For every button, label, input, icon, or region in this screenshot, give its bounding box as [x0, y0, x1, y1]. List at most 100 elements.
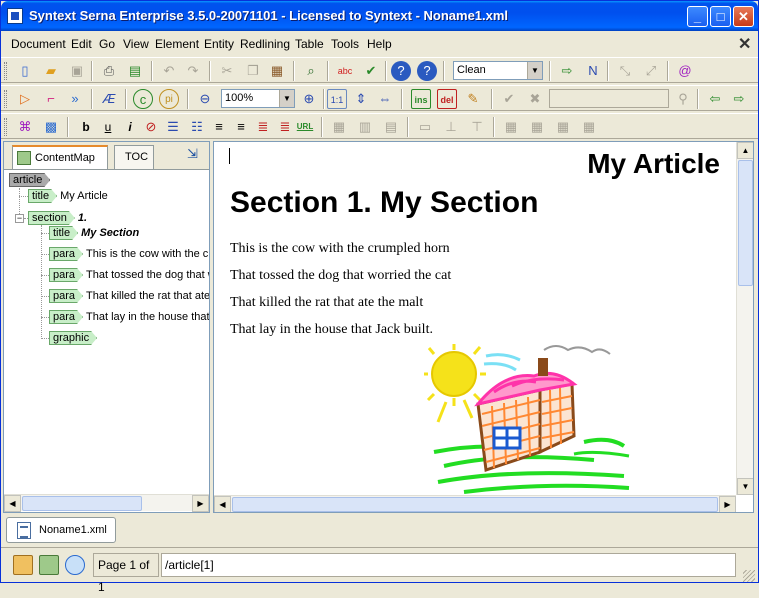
tree-node-title[interactable]: title My Article — [28, 189, 108, 204]
url-link-icon[interactable]: URL — [295, 117, 315, 137]
horizontal-scrollbar[interactable]: ◀ ▶ — [214, 495, 736, 512]
scroll-up-icon[interactable]: ▲ — [737, 142, 753, 159]
insert-table-icon[interactable]: ▦ — [329, 117, 349, 137]
print-preview-icon[interactable]: ▤ — [125, 61, 145, 81]
scroll-left-icon[interactable]: ◀ — [4, 495, 21, 512]
merge-cells-icon[interactable]: ▦ — [501, 117, 521, 137]
tree-node-para[interactable]: paraThat tossed the dog that worried the… — [49, 268, 209, 283]
menu-edit[interactable]: Edit — [71, 37, 92, 51]
flag-icon[interactable]: ⌐ — [41, 89, 61, 109]
menu-tools[interactable]: Tools — [331, 37, 359, 51]
scrollbar-thumb[interactable] — [22, 496, 142, 511]
scroll-right-icon[interactable]: ▶ — [192, 495, 209, 512]
insert-column-icon[interactable]: ▥ — [355, 117, 375, 137]
maximize-button[interactable]: □ — [710, 6, 731, 27]
tab-noname1[interactable]: Noname1.xml — [6, 517, 116, 543]
insert-mark-icon[interactable]: ins — [411, 89, 431, 109]
insert-symbol-icon[interactable]: ⌘ — [15, 117, 35, 137]
print-icon[interactable]: ⎙ — [99, 61, 119, 81]
scroll-right-icon[interactable]: ▶ — [719, 496, 736, 512]
redo-icon[interactable]: ↷ — [183, 61, 203, 81]
zoom-combo[interactable]: 100% ▼ — [221, 89, 295, 108]
context-help-icon[interactable]: ? — [417, 61, 437, 81]
scrollbar-thumb[interactable] — [232, 497, 718, 512]
ae-entity-icon[interactable]: Æ — [99, 89, 119, 109]
chevron-down-icon[interactable]: ▼ — [527, 62, 542, 79]
open-folder-icon[interactable]: ▰ — [41, 61, 61, 81]
menu-entity[interactable]: Entity — [204, 37, 234, 51]
toolbar-grip[interactable] — [4, 90, 7, 108]
vertical-scrollbar[interactable]: ▲ ▼ — [736, 142, 753, 495]
close-document-icon[interactable]: ✕ — [738, 34, 751, 54]
rename-element-icon[interactable]: N — [583, 61, 603, 81]
scrollbar-thumb[interactable] — [738, 160, 753, 286]
underline-button[interactable]: u — [99, 117, 117, 137]
collapse-toggle[interactable]: − — [15, 214, 24, 223]
zoom-out-icon[interactable]: ⊖ — [195, 89, 215, 109]
sync-cursor-icon[interactable]: ⇲ — [187, 146, 205, 164]
delete-row-icon[interactable]: ⊤ — [467, 117, 487, 137]
scroll-down-icon[interactable]: ▼ — [737, 478, 753, 495]
spellcheck-icon[interactable]: abc — [335, 61, 355, 81]
minimize-button[interactable]: _ — [687, 6, 708, 27]
itemized-list-icon[interactable]: ☷ — [187, 117, 207, 137]
messages-icon[interactable] — [65, 555, 85, 575]
zoom-in-icon[interactable]: ⊕ — [299, 89, 319, 109]
title-bar[interactable]: Syntext Serna Enterprise 3.5.0-20071101 … — [1, 1, 758, 31]
element-list-icon[interactable] — [13, 555, 33, 575]
close-button[interactable]: ✕ — [733, 6, 754, 27]
tree-node-para[interactable]: paraThis is the cow with the crumpled ho… — [49, 247, 209, 262]
align-left-icon[interactable]: ≡ — [209, 117, 229, 137]
play-icon[interactable]: ▷ — [15, 89, 35, 109]
accept-change-icon[interactable]: ✔ — [499, 89, 519, 109]
chevron-down-icon[interactable]: ▼ — [279, 90, 294, 107]
help-icon[interactable]: ? — [391, 61, 411, 81]
paragraph[interactable]: That killed the rat that ate the malt — [230, 295, 423, 311]
emphasis-icon[interactable]: ⊘ — [141, 117, 161, 137]
document-editor[interactable]: My Article Section 1. My Section This is… — [213, 141, 754, 513]
tab-contentmap[interactable]: ContentMap — [12, 145, 108, 169]
find-binoculars-icon[interactable]: ⌕ — [301, 61, 321, 81]
tab-toc[interactable]: TOC — [114, 145, 154, 169]
menu-redlining[interactable]: Redlining — [240, 37, 290, 51]
cell-icon[interactable]: ▭ — [415, 117, 435, 137]
bold-button[interactable]: b — [77, 117, 95, 137]
numbered-section-icon[interactable]: ≣ — [253, 117, 273, 137]
fit-height-icon[interactable]: ⇕ — [351, 89, 371, 109]
paragraph[interactable]: This is the cow with the crumpled horn — [230, 241, 450, 257]
paste-icon[interactable]: ▦ — [267, 61, 287, 81]
resize-grip[interactable] — [743, 570, 755, 582]
italic-button[interactable]: i — [121, 117, 139, 137]
redline-comment-field[interactable] — [549, 89, 669, 108]
toolbar-grip[interactable] — [4, 62, 7, 80]
insert-image-icon[interactable]: ▩ — [41, 117, 61, 137]
previous-change-icon[interactable]: ⇦ — [705, 89, 725, 109]
tree-node-graphic[interactable]: graphic — [49, 331, 100, 346]
align-center-icon[interactable]: ≡ — [231, 117, 251, 137]
paragraph[interactable]: That tossed the dog that worried the cat — [230, 268, 451, 284]
split-cells-icon[interactable]: ▦ — [527, 117, 547, 137]
table-properties-icon[interactable]: ▦ — [553, 117, 573, 137]
actual-size-icon[interactable]: 1:1 — [327, 89, 347, 109]
fit-width-icon[interactable]: ⇔ — [375, 89, 395, 109]
tree-node-para[interactable]: paraThat lay in the house that Jack buil… — [49, 310, 209, 325]
tree-node-para[interactable]: paraThat killed the rat that ate the mal… — [49, 289, 209, 304]
insert-element-icon[interactable]: ⇨ — [557, 61, 577, 81]
copy-icon[interactable]: ❐ — [243, 61, 263, 81]
processing-instruction-icon[interactable]: pi — [159, 89, 179, 109]
scroll-left-icon[interactable]: ◀ — [214, 496, 231, 512]
toolbar-grip[interactable] — [4, 118, 7, 136]
section-icon[interactable]: ≣ — [275, 117, 295, 137]
tree-node-article[interactable]: article — [9, 173, 53, 188]
menu-go[interactable]: Go — [99, 37, 115, 51]
menu-document[interactable]: Document — [11, 37, 66, 51]
style-combo[interactable]: Clean ▼ — [453, 61, 543, 80]
delete-table-icon[interactable]: ▦ — [579, 117, 599, 137]
split-element-icon[interactable]: ⤢ — [641, 61, 661, 81]
tree-node-section[interactable]: section 1. — [28, 211, 87, 226]
house-drawing-graphic[interactable] — [424, 342, 634, 494]
tree-node-title[interactable]: title My Section — [49, 226, 139, 241]
paragraph[interactable]: That lay in the house that Jack built. — [230, 322, 433, 338]
undo-icon[interactable]: ↶ — [159, 61, 179, 81]
delete-column-icon[interactable]: ⊥ — [441, 117, 461, 137]
